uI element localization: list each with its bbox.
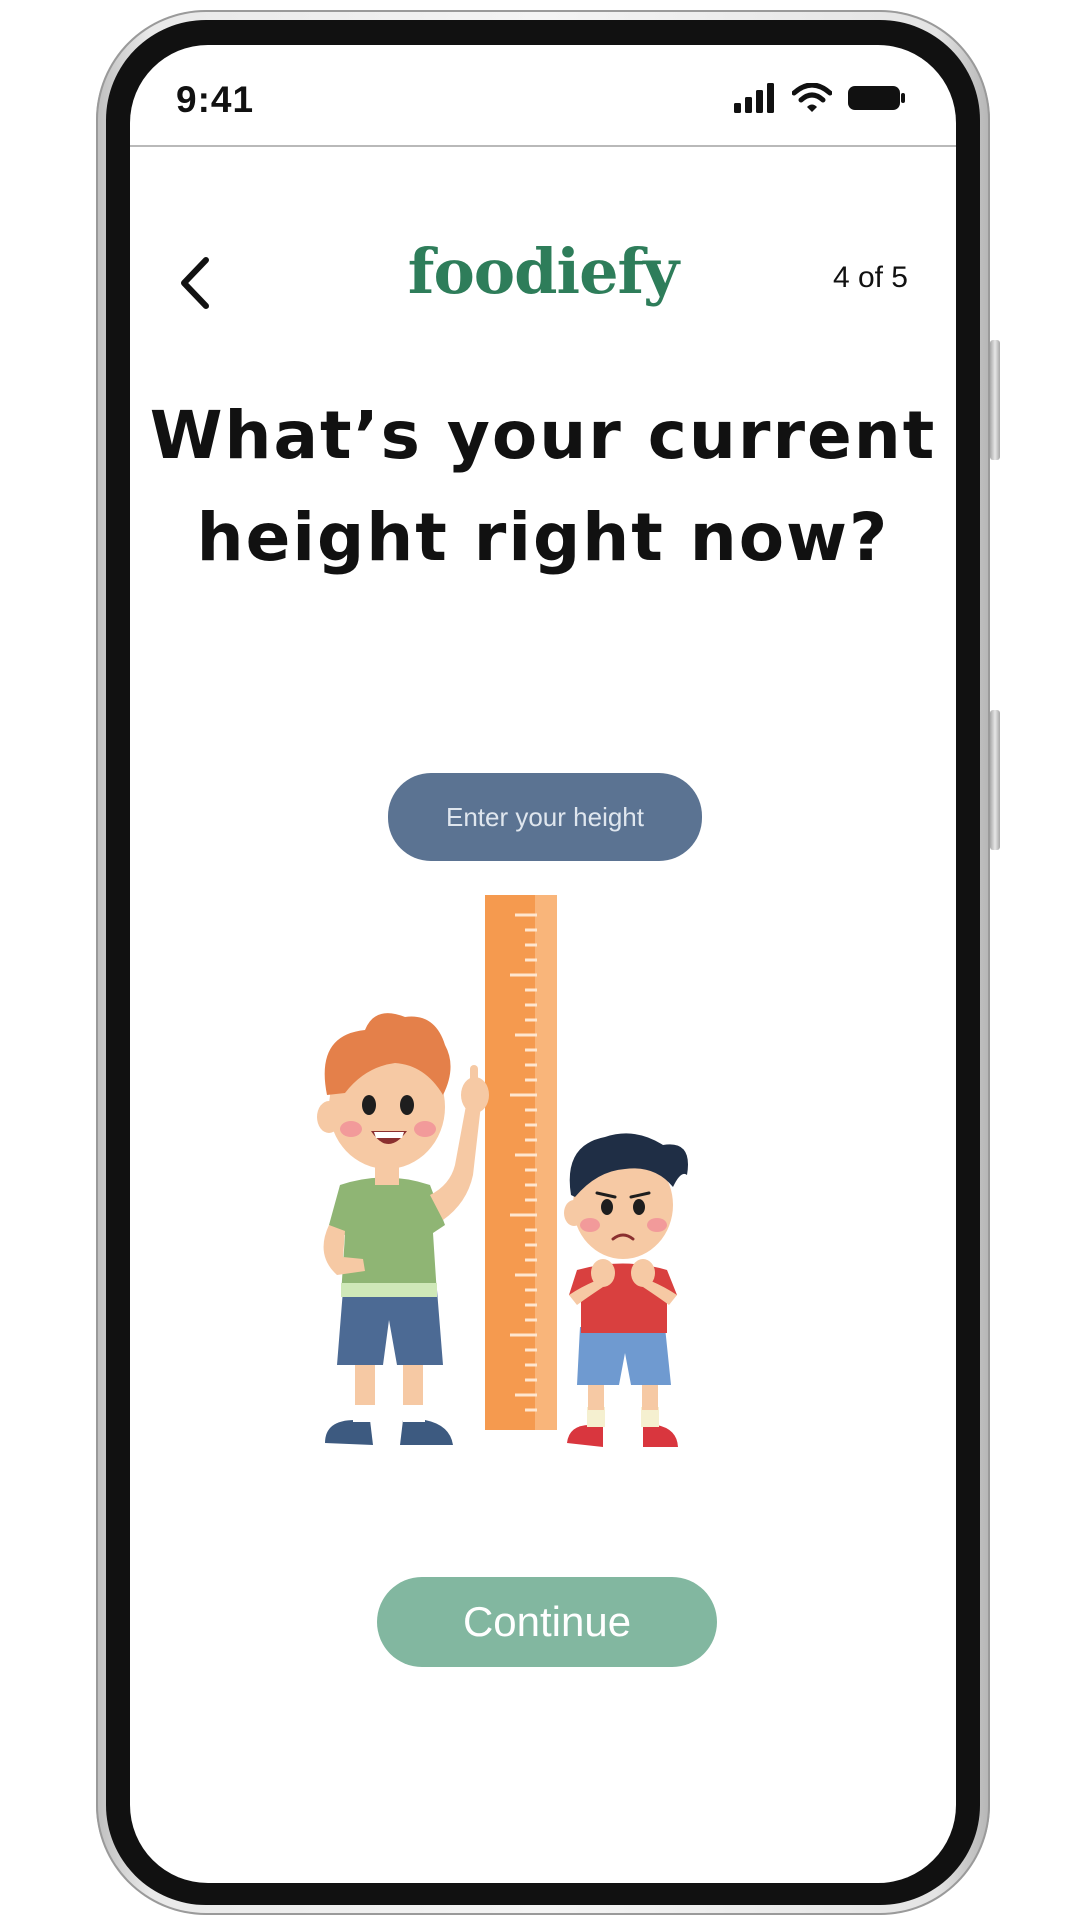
volume-up-button [990, 340, 1000, 460]
app-screen: 9:41 foodiefy 4 of 5 What’s your current… [130, 45, 956, 1883]
short-boy-image [564, 1133, 688, 1447]
status-icons [732, 83, 906, 113]
signal-icon [734, 83, 774, 113]
status-time: 9:41 [176, 79, 255, 120]
header: foodiefy 4 of 5 [130, 235, 956, 325]
volume-down-button [990, 710, 1000, 850]
battery-icon [848, 86, 905, 110]
page-title: What’s your current height right now? [130, 385, 956, 589]
page-title-line-2: height right now? [196, 499, 890, 576]
status-bar: 9:41 [130, 45, 956, 147]
height-input[interactable] [388, 773, 702, 861]
tall-boy-image [317, 1013, 489, 1445]
wifi-icon [792, 83, 832, 112]
ruler-image [485, 895, 557, 1430]
kids-height-illustration [317, 895, 688, 1447]
step-indicator: 4 of 5 [832, 261, 908, 294]
page-title-line-1: What’s your current [149, 397, 937, 474]
continue-button[interactable]: Continue [377, 1577, 717, 1667]
